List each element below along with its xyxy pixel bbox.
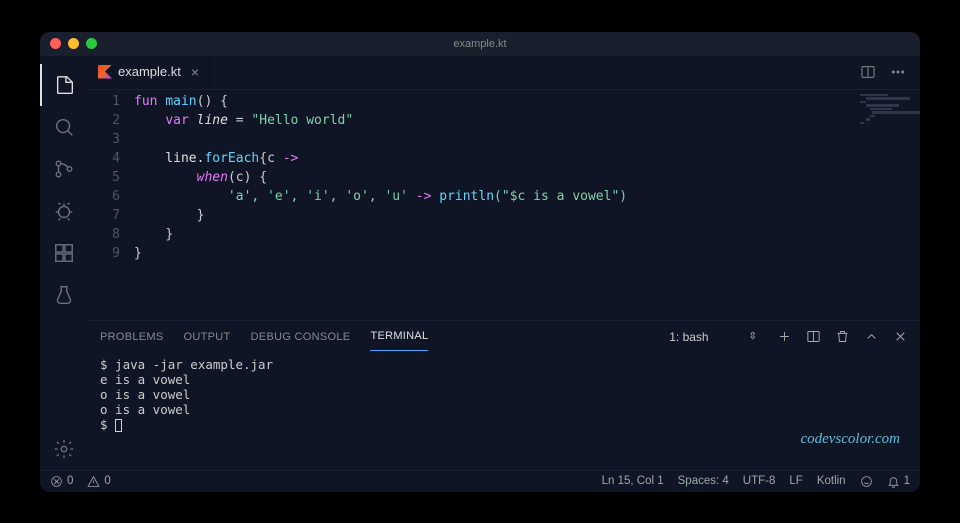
- test-icon[interactable]: [40, 274, 88, 316]
- panel-tab-output[interactable]: OUTPUT: [184, 323, 231, 351]
- line-numbers: 123456789: [88, 90, 134, 320]
- panel-tab-problems[interactable]: PROBLEMS: [100, 323, 164, 351]
- vscode-window: example.kt: [40, 32, 920, 492]
- bell-icon: [887, 475, 900, 488]
- status-feedback[interactable]: [860, 475, 873, 488]
- tabs-bar: example.kt ×: [88, 56, 920, 90]
- close-window-button[interactable]: [50, 38, 61, 49]
- minimap[interactable]: [860, 94, 916, 128]
- search-icon[interactable]: [40, 106, 88, 148]
- source-control-icon[interactable]: [40, 148, 88, 190]
- window-title: example.kt: [453, 38, 506, 50]
- code-editor[interactable]: 123456789 fun main() { var line = "Hello…: [88, 90, 920, 320]
- status-indentation[interactable]: Spaces: 4: [678, 475, 729, 487]
- terminal-cursor: [115, 419, 122, 432]
- panel-tabs: PROBLEMS OUTPUT DEBUG CONSOLE TERMINAL 1…: [88, 321, 920, 353]
- status-eol[interactable]: LF: [789, 475, 802, 487]
- terminal-output[interactable]: $ java -jar example.jare is a vowelo is …: [88, 353, 920, 470]
- settings-icon[interactable]: [40, 428, 88, 470]
- error-icon: [50, 475, 63, 488]
- kotlin-file-icon: [98, 65, 112, 79]
- bottom-panel: PROBLEMS OUTPUT DEBUG CONSOLE TERMINAL 1…: [88, 320, 920, 470]
- caret-updown-icon: ⇳: [749, 331, 757, 342]
- kill-terminal-icon[interactable]: [835, 329, 850, 344]
- status-encoding[interactable]: UTF-8: [743, 475, 776, 487]
- warning-icon: [87, 475, 100, 488]
- split-terminal-icon[interactable]: [806, 329, 821, 344]
- activity-bar: [40, 56, 88, 470]
- panel-tab-terminal[interactable]: TERMINAL: [370, 322, 428, 351]
- panel-tab-debug-console[interactable]: DEBUG CONSOLE: [251, 323, 351, 351]
- status-cursor-position[interactable]: Ln 15, Col 1: [602, 475, 664, 487]
- code-content: fun main() { var line = "Hello world" li…: [134, 90, 920, 320]
- traffic-lights: [50, 38, 97, 49]
- tab-example-kt[interactable]: example.kt ×: [88, 56, 210, 89]
- new-terminal-icon[interactable]: [777, 329, 792, 344]
- status-language[interactable]: Kotlin: [817, 475, 846, 487]
- tab-filename: example.kt: [118, 64, 181, 79]
- close-panel-icon[interactable]: [893, 329, 908, 344]
- maximize-window-button[interactable]: [86, 38, 97, 49]
- editor-actions: [860, 56, 920, 89]
- extensions-icon[interactable]: [40, 232, 88, 274]
- tab-close-icon[interactable]: ×: [191, 64, 199, 80]
- terminal-shell-label: 1: bash: [669, 330, 708, 344]
- status-bar: 0 0 Ln 15, Col 1 Spaces: 4 UTF-8 LF Kotl…: [40, 470, 920, 492]
- status-errors[interactable]: 0: [50, 475, 73, 488]
- terminal-shell-select[interactable]: 1: bash ⇳: [669, 330, 757, 344]
- status-notifications[interactable]: 1: [887, 475, 910, 488]
- editor-column: example.kt × 123456789 fun main() { var …: [88, 56, 920, 470]
- status-warnings[interactable]: 0: [87, 475, 110, 488]
- titlebar: example.kt: [40, 32, 920, 56]
- more-actions-icon[interactable]: [890, 64, 906, 80]
- terminal-actions: 1: bash ⇳: [669, 329, 908, 344]
- main-area: example.kt × 123456789 fun main() { var …: [40, 56, 920, 470]
- smiley-icon: [860, 475, 873, 488]
- debug-icon[interactable]: [40, 190, 88, 232]
- explorer-icon[interactable]: [40, 64, 88, 106]
- minimize-window-button[interactable]: [68, 38, 79, 49]
- maximize-panel-icon[interactable]: [864, 329, 879, 344]
- split-editor-icon[interactable]: [860, 64, 876, 80]
